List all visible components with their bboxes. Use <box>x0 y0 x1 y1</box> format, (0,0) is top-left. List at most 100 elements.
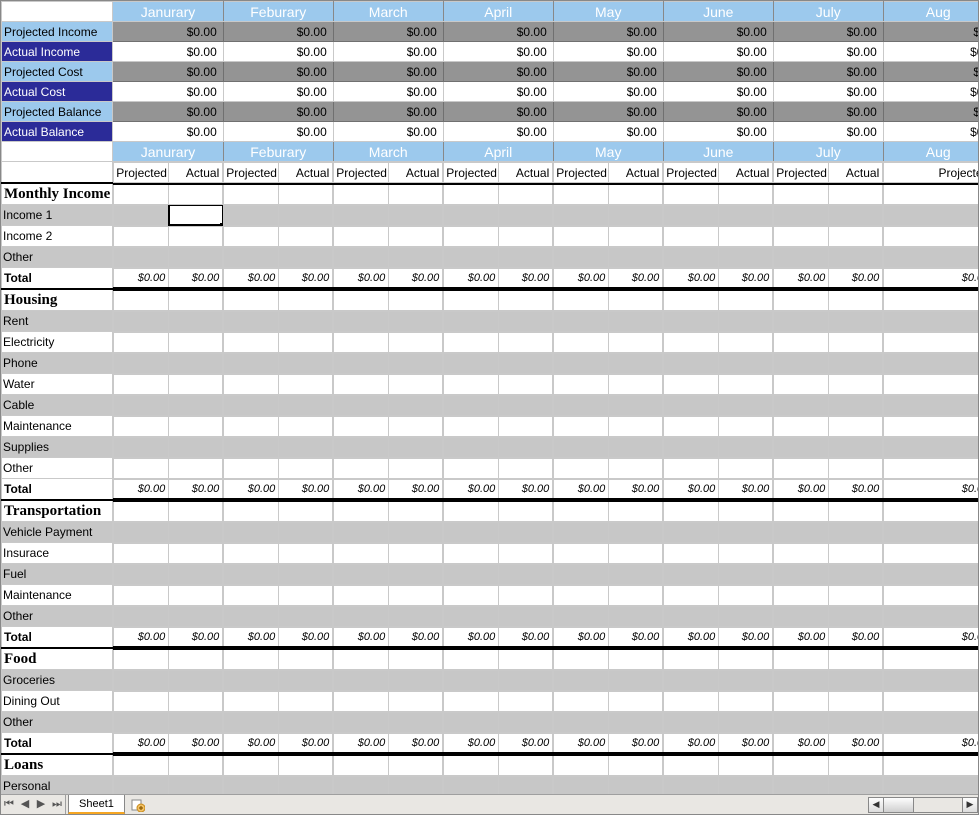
data-cell[interactable] <box>664 247 719 267</box>
section-header-cell[interactable] <box>554 501 609 521</box>
summary-value-cell[interactable]: $0.00 <box>553 82 663 102</box>
data-cell[interactable] <box>829 691 883 711</box>
total-cell[interactable]: $0.00 <box>609 479 663 499</box>
tab-nav-first-icon[interactable]: ⏮ <box>1 795 17 814</box>
data-cell[interactable] <box>884 395 978 415</box>
data-cell[interactable] <box>169 247 223 267</box>
data-cell[interactable] <box>884 247 978 267</box>
data-cell[interactable] <box>279 606 333 626</box>
data-cell[interactable] <box>334 712 389 732</box>
data-cell[interactable] <box>884 564 978 584</box>
data-cell[interactable] <box>224 332 279 352</box>
data-cell[interactable] <box>334 247 389 267</box>
total-cell[interactable]: $0.00 <box>169 479 223 499</box>
total-cell[interactable]: $0.00 <box>334 268 389 288</box>
summary-value-cell[interactable]: $0.00 <box>553 62 663 82</box>
section-header-cell[interactable] <box>334 290 389 310</box>
data-cell[interactable] <box>664 226 719 246</box>
data-cell[interactable] <box>774 776 829 794</box>
data-cell[interactable] <box>554 564 609 584</box>
data-cell[interactable] <box>389 606 443 626</box>
data-cell[interactable] <box>664 522 719 542</box>
section-header-cell[interactable] <box>664 755 719 775</box>
data-cell[interactable] <box>774 564 829 584</box>
data-cell[interactable] <box>114 712 169 732</box>
item-label[interactable]: Other <box>2 458 113 479</box>
total-cell[interactable]: $0.00 <box>554 479 609 499</box>
total-cell[interactable]: $0.00 <box>169 733 223 753</box>
data-cell[interactable] <box>719 247 773 267</box>
data-cell[interactable] <box>884 205 978 225</box>
total-cell[interactable]: $0.00 <box>554 627 609 647</box>
data-cell[interactable] <box>554 776 609 794</box>
summary-value-cell[interactable]: $0.00 <box>223 82 333 102</box>
section-header-cell[interactable] <box>884 184 978 204</box>
summary-value-cell[interactable]: $0 <box>883 22 978 42</box>
data-cell[interactable] <box>774 332 829 352</box>
data-cell[interactable] <box>334 205 389 225</box>
section-header-cell[interactable] <box>829 290 883 310</box>
total-cell[interactable]: $0.00 <box>719 268 773 288</box>
section-header-cell[interactable] <box>774 184 829 204</box>
item-label[interactable]: Phone <box>2 353 113 374</box>
section-header-cell[interactable] <box>609 290 663 310</box>
data-cell[interactable] <box>114 374 169 394</box>
data-cell[interactable] <box>609 332 663 352</box>
data-cell[interactable] <box>279 247 333 267</box>
data-cell[interactable] <box>499 395 553 415</box>
data-cell[interactable] <box>169 564 223 584</box>
data-cell[interactable] <box>884 353 978 373</box>
item-label[interactable]: Groceries <box>2 670 113 691</box>
total-cell[interactable]: $0.00 <box>719 627 773 647</box>
section-header-cell[interactable] <box>664 649 719 669</box>
total-cell[interactable]: $0.00 <box>114 479 169 499</box>
data-cell[interactable] <box>169 691 223 711</box>
data-cell[interactable] <box>279 205 333 225</box>
summary-value-cell[interactable]: $0.00 <box>773 122 883 142</box>
summary-value-cell[interactable]: $0.00 <box>223 122 333 142</box>
total-cell[interactable]: $0.00 <box>884 479 978 499</box>
summary-value-cell[interactable]: $0.00 <box>443 122 553 142</box>
data-cell[interactable] <box>609 416 663 436</box>
total-cell[interactable]: $0.00 <box>114 268 169 288</box>
section-header-cell[interactable] <box>279 755 333 775</box>
total-cell[interactable]: $0.00 <box>389 268 443 288</box>
data-cell[interactable] <box>279 776 333 794</box>
summary-value-cell[interactable]: $0.00 <box>773 22 883 42</box>
data-cell[interactable] <box>774 543 829 563</box>
section-header-cell[interactable] <box>499 649 553 669</box>
tab-nav-next-icon[interactable]: ▶ <box>33 795 49 814</box>
data-cell[interactable] <box>554 585 609 605</box>
summary-value-cell[interactable]: $0.00 <box>333 22 443 42</box>
summary-value-cell[interactable]: $0.00 <box>663 22 773 42</box>
total-cell[interactable]: $0.00 <box>554 733 609 753</box>
hscroll-track[interactable] <box>884 797 962 813</box>
data-cell[interactable] <box>224 311 279 331</box>
data-cell[interactable] <box>829 416 883 436</box>
data-cell[interactable] <box>719 585 773 605</box>
data-cell[interactable] <box>664 374 719 394</box>
total-cell[interactable]: $0.00 <box>884 733 978 753</box>
data-cell[interactable] <box>279 437 333 457</box>
data-cell[interactable] <box>664 776 719 794</box>
section-header-cell[interactable] <box>224 755 279 775</box>
data-cell[interactable] <box>334 776 389 794</box>
summary-value-cell[interactable]: $0.00 <box>333 62 443 82</box>
section-header-cell[interactable] <box>884 755 978 775</box>
data-cell[interactable] <box>719 311 773 331</box>
total-cell[interactable]: $0.00 <box>279 268 333 288</box>
summary-value-cell[interactable]: $0.00 <box>223 22 333 42</box>
hscroll-thumb[interactable] <box>884 798 914 812</box>
total-cell[interactable]: $0.00 <box>829 479 883 499</box>
data-cell[interactable] <box>114 606 169 626</box>
item-label[interactable]: Water <box>2 374 113 395</box>
total-cell[interactable]: $0.00 <box>609 268 663 288</box>
data-cell[interactable] <box>774 205 829 225</box>
section-header-cell[interactable] <box>554 649 609 669</box>
total-cell[interactable]: $0.00 <box>334 479 389 499</box>
summary-value-cell[interactable]: $0.00 <box>663 102 773 122</box>
data-cell[interactable] <box>444 437 499 457</box>
data-cell[interactable] <box>499 543 553 563</box>
data-cell[interactable] <box>224 374 279 394</box>
data-cell[interactable] <box>389 670 443 690</box>
